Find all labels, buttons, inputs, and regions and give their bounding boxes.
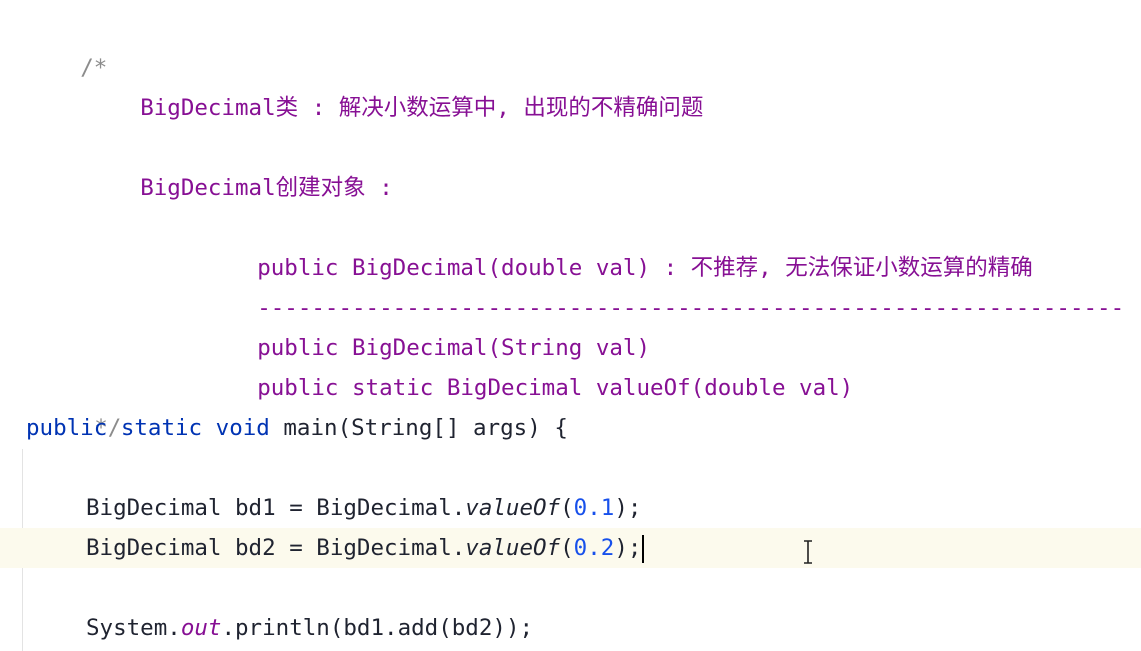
code-line-comment-close[interactable]: */ bbox=[0, 368, 1141, 441]
code-line-doc-divider[interactable]: ----------------------------------------… bbox=[0, 248, 1141, 321]
static-method-call: valueOf bbox=[465, 495, 561, 521]
code-line-doc-3[interactable]: public BigDecimal(double val) : 不推荐, 无法保… bbox=[0, 208, 1141, 281]
method-call: .println(bd1.add(bd2)); bbox=[221, 615, 534, 641]
doc-text: BigDecimal创建对象 : bbox=[140, 175, 393, 201]
number-literal: 0.2 bbox=[573, 535, 615, 561]
paren: ( bbox=[560, 495, 574, 521]
code-line-println[interactable]: System.out.println(bd1.add(bd2)); bbox=[0, 608, 1141, 648]
keyword: void bbox=[215, 415, 270, 441]
code-line-doc-2[interactable]: BigDecimal创建对象 : bbox=[0, 128, 1141, 201]
text-caret bbox=[642, 534, 645, 563]
statement-end: ); bbox=[614, 535, 642, 561]
paren: ( bbox=[560, 535, 574, 561]
declaration: BigDecimal bd2 = BigDecimal. bbox=[86, 535, 466, 561]
doc-text: BigDecimal类 : 解决小数运算中, 出现的不精确问题 bbox=[140, 95, 704, 121]
static-field: out bbox=[180, 615, 222, 641]
keyword: static bbox=[120, 415, 203, 441]
code-editor[interactable]: /* BigDecimal类 : 解决小数运算中, 出现的不精确问题 BigDe… bbox=[0, 0, 1141, 651]
number-literal: 0.1 bbox=[573, 495, 615, 521]
code-line-comment-open[interactable]: /* bbox=[0, 8, 1141, 81]
statement-end: ); bbox=[614, 495, 642, 521]
static-method-call: valueOf bbox=[465, 535, 561, 561]
code-line-bd1[interactable]: BigDecimal bd1 = BigDecimal.valueOf(0.1)… bbox=[0, 488, 1141, 528]
keyword: public bbox=[26, 415, 108, 441]
code-line-main-signature[interactable]: public static void main(String[] args) { bbox=[0, 408, 1141, 448]
ibeam-cursor-icon bbox=[804, 540, 812, 564]
code-line-bd2-current[interactable]: BigDecimal bd2 = BigDecimal.valueOf(0.2)… bbox=[0, 528, 1141, 568]
code-line-doc-5[interactable]: public static BigDecimal valueOf(double … bbox=[0, 328, 1141, 401]
code-line-doc-4[interactable]: public BigDecimal(String val) bbox=[0, 288, 1141, 361]
code-line-doc-1[interactable]: BigDecimal类 : 解决小数运算中, 出现的不精确问题 bbox=[0, 48, 1141, 121]
class-ref: System. bbox=[86, 615, 181, 641]
declaration: BigDecimal bd1 = BigDecimal. bbox=[86, 495, 466, 521]
method-signature: main(String[] args) { bbox=[283, 415, 568, 441]
